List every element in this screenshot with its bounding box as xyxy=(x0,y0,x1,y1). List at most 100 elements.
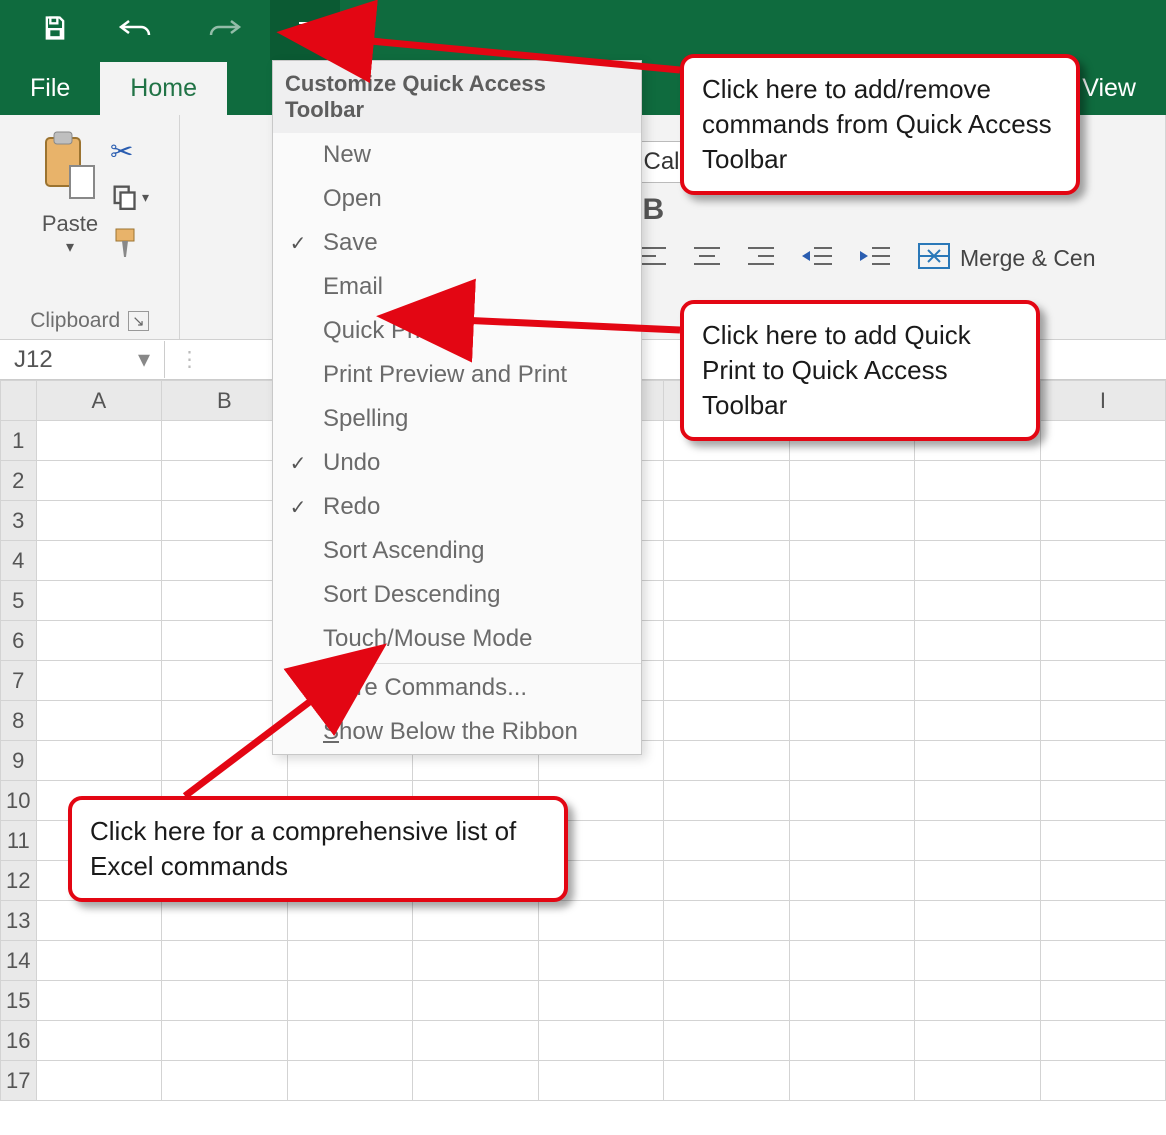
cell[interactable] xyxy=(162,421,288,461)
cell[interactable] xyxy=(36,461,162,501)
cell[interactable] xyxy=(1040,741,1165,781)
cell[interactable] xyxy=(1040,1021,1165,1061)
cell[interactable] xyxy=(789,621,915,661)
cell[interactable] xyxy=(162,701,288,741)
qat-customize-dropdown-button[interactable] xyxy=(270,0,340,60)
cell[interactable] xyxy=(789,1061,915,1101)
cell[interactable] xyxy=(162,661,288,701)
row-header[interactable]: 6 xyxy=(1,621,37,661)
format-painter-button[interactable] xyxy=(110,227,149,262)
clipboard-dialog-launcher[interactable]: ↘ xyxy=(128,311,149,331)
cell[interactable] xyxy=(664,981,789,1021)
cell[interactable] xyxy=(413,941,539,981)
cell[interactable] xyxy=(36,901,162,941)
formula-bar-dots[interactable]: ⋮ xyxy=(179,347,200,372)
cell[interactable] xyxy=(664,1061,789,1101)
cell[interactable] xyxy=(1040,661,1165,701)
cell[interactable] xyxy=(915,1021,1041,1061)
cell[interactable] xyxy=(413,1061,539,1101)
cell[interactable] xyxy=(538,981,664,1021)
cell[interactable] xyxy=(1040,1061,1165,1101)
menu-item-sort-descending[interactable]: Sort Descending xyxy=(273,573,641,617)
cell[interactable] xyxy=(36,501,162,541)
cell[interactable] xyxy=(538,1061,664,1101)
cell[interactable] xyxy=(915,541,1041,581)
cell[interactable] xyxy=(789,901,915,941)
cell[interactable] xyxy=(36,1021,162,1061)
cell[interactable] xyxy=(1040,541,1165,581)
qat-undo-button[interactable] xyxy=(90,0,180,60)
name-box[interactable]: J12 ▾ xyxy=(0,341,165,378)
row-header[interactable]: 12 xyxy=(1,861,37,901)
cell[interactable] xyxy=(915,621,1041,661)
menu-item-open[interactable]: Open xyxy=(273,177,641,221)
cell[interactable] xyxy=(915,461,1041,501)
row-header[interactable]: 14 xyxy=(1,941,37,981)
cell[interactable] xyxy=(538,941,664,981)
row-header[interactable]: 7 xyxy=(1,661,37,701)
cell[interactable] xyxy=(664,541,789,581)
menu-item-undo[interactable]: ✓Undo xyxy=(273,441,641,485)
cell[interactable] xyxy=(162,981,288,1021)
cell[interactable] xyxy=(162,901,288,941)
cell[interactable] xyxy=(1040,421,1165,461)
cell[interactable] xyxy=(287,1021,413,1061)
row-header[interactable]: 8 xyxy=(1,701,37,741)
cell[interactable] xyxy=(413,1021,539,1061)
align-left-button[interactable] xyxy=(640,245,666,272)
cell[interactable] xyxy=(162,621,288,661)
row-header[interactable]: 9 xyxy=(1,741,37,781)
cell[interactable] xyxy=(789,981,915,1021)
cell[interactable] xyxy=(915,1061,1041,1101)
cell[interactable] xyxy=(664,941,789,981)
cell[interactable] xyxy=(36,581,162,621)
align-center-button[interactable] xyxy=(694,245,720,272)
cell[interactable] xyxy=(915,901,1041,941)
cell[interactable] xyxy=(664,501,789,541)
cell[interactable] xyxy=(1040,901,1165,941)
row-header[interactable]: 2 xyxy=(1,461,37,501)
column-header[interactable]: I xyxy=(1040,381,1165,421)
cell[interactable] xyxy=(1040,861,1165,901)
menu-item-save[interactable]: ✓Save xyxy=(273,221,641,265)
cell[interactable] xyxy=(1040,701,1165,741)
cell[interactable] xyxy=(664,581,789,621)
cell[interactable] xyxy=(789,1021,915,1061)
cell[interactable] xyxy=(664,1021,789,1061)
align-right-button[interactable] xyxy=(748,245,774,272)
cell[interactable] xyxy=(789,581,915,621)
cell[interactable] xyxy=(538,1021,664,1061)
cell[interactable] xyxy=(664,621,789,661)
row-header[interactable]: 3 xyxy=(1,501,37,541)
cell[interactable] xyxy=(1040,781,1165,821)
paste-button[interactable]: Paste ▾ xyxy=(30,125,110,305)
cell[interactable] xyxy=(36,941,162,981)
cell[interactable] xyxy=(915,981,1041,1021)
menu-more-commands[interactable]: More Commands... xyxy=(273,666,641,710)
qat-save-button[interactable] xyxy=(20,0,90,60)
row-header[interactable]: 17 xyxy=(1,1061,37,1101)
cell[interactable] xyxy=(36,421,162,461)
cell[interactable] xyxy=(1040,941,1165,981)
cell[interactable] xyxy=(789,541,915,581)
cell[interactable] xyxy=(664,701,789,741)
row-header[interactable]: 16 xyxy=(1,1021,37,1061)
merge-center-button[interactable]: Merge & Cen xyxy=(918,243,1096,274)
row-header[interactable]: 11 xyxy=(1,821,37,861)
cell[interactable] xyxy=(915,741,1041,781)
cell[interactable] xyxy=(36,741,162,781)
tab-home[interactable]: Home xyxy=(100,62,227,115)
menu-item-quick-print[interactable]: Quick Print xyxy=(273,309,641,353)
cell[interactable] xyxy=(287,1061,413,1101)
cell[interactable] xyxy=(1040,981,1165,1021)
increase-indent-button[interactable] xyxy=(860,245,890,272)
cell[interactable] xyxy=(1040,821,1165,861)
column-header[interactable]: B xyxy=(162,381,288,421)
cell[interactable] xyxy=(789,661,915,701)
cell[interactable] xyxy=(664,781,789,821)
cell[interactable] xyxy=(915,661,1041,701)
row-header[interactable]: 1 xyxy=(1,421,37,461)
cell[interactable] xyxy=(664,821,789,861)
cell[interactable] xyxy=(36,981,162,1021)
cell[interactable] xyxy=(915,581,1041,621)
